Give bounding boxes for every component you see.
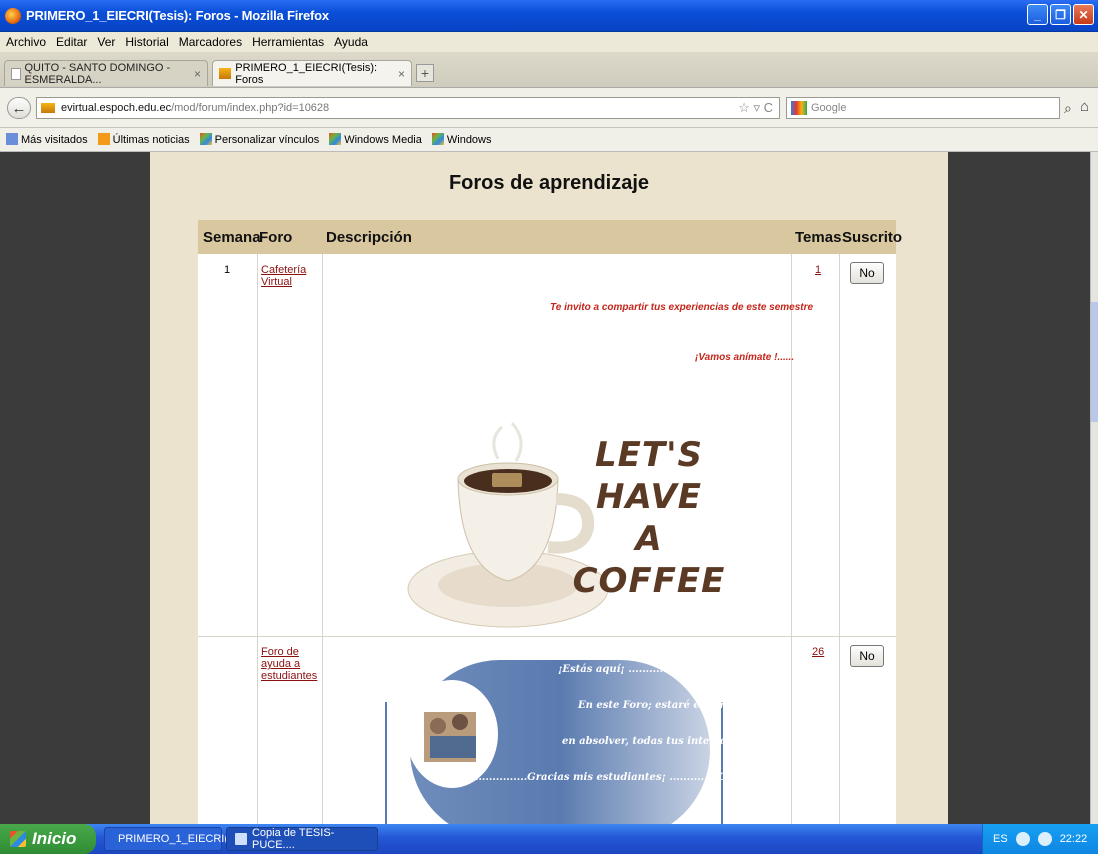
windows-taskbar: Inicio PRIMERO_1_EIECRI(... Copia de TES… — [0, 824, 1098, 854]
column-divider — [257, 254, 258, 824]
forum-link-cafeteria[interactable]: Cafetería Virtual — [261, 264, 306, 288]
windows-icon — [199, 133, 212, 145]
bookmark-windows[interactable]: Windows — [431, 133, 492, 146]
page-viewport: Foros de aprendizaje Semana Foro Descrip… — [0, 152, 1090, 824]
column-divider — [791, 254, 792, 824]
windows-icon — [431, 133, 444, 145]
taskbar-item-firefox[interactable]: PRIMERO_1_EIECRI(... — [104, 827, 237, 851]
tab-label: PRIMERO_1_EIECRI(Tesis): Foros — [235, 61, 378, 86]
bookmarks-bar: Más visitados Últimas noticias Personali… — [0, 128, 1098, 152]
windows-logo-icon — [10, 831, 26, 847]
moodle-icon — [219, 68, 232, 79]
tab-quito[interactable]: QUITO - SANTO DOMINGO - ESMERALDA... × — [4, 60, 208, 86]
header-temas: Temas — [795, 229, 842, 246]
column-divider — [839, 254, 840, 824]
column-divider — [322, 254, 323, 824]
header-suscrito: Suscrito — [842, 229, 903, 246]
header-descripcion: Descripción — [326, 229, 412, 246]
page-title: Foros de aprendizaje — [448, 172, 650, 194]
tray-icon[interactable] — [1037, 832, 1052, 846]
banner-line: ¡Estás aquí¡ ............¡qué bien llega… — [558, 664, 775, 675]
minimize-button[interactable]: _ — [1027, 4, 1048, 25]
banner-line: en absolver, todas tus interrogantes — [562, 736, 764, 747]
tab-close-icon[interactable]: × — [194, 67, 201, 81]
clock: 22:22 — [1059, 833, 1088, 845]
url-tools[interactable]: ☆ ▿ C — [738, 100, 773, 116]
table-header: Semana Foro Descripción Temas Suscrito — [198, 220, 902, 254]
window-controls: _ ❐ ✕ — [1027, 4, 1094, 25]
url-path: /mod/forum/index.php?id=10628 — [171, 102, 330, 114]
back-button[interactable]: ← — [7, 97, 31, 119]
forum-description-line: Te invito a compartir tus experiencias d… — [550, 302, 814, 313]
menu-bar: Archivo Editar Ver Historial Marcadores … — [0, 32, 1098, 52]
home-icon[interactable]: ⌂ — [1080, 98, 1089, 115]
row-divider — [198, 636, 896, 637]
taskbar-item-word[interactable]: Copia de TESIS-PUCE.... — [226, 827, 378, 851]
window-title: PRIMERO_1_EIECRI(Tesis): Foros - Mozilla… — [26, 8, 329, 23]
tab-foros[interactable]: PRIMERO_1_EIECRI(Tesis): Foros × — [212, 60, 412, 86]
windows-icon — [329, 133, 342, 145]
header-foro: Foro — [259, 229, 293, 246]
maximize-button[interactable]: ❐ — [1050, 4, 1071, 25]
system-tray: ES 22:22 — [982, 824, 1098, 854]
bookmark-windows-media[interactable]: Windows Media — [329, 133, 422, 146]
bookmark-personalizar[interactable]: Personalizar vínculos — [199, 133, 319, 146]
moodle-icon — [41, 103, 55, 113]
tab-bar: QUITO - SANTO DOMINGO - ESMERALDA... × P… — [0, 52, 1098, 88]
new-tab-button[interactable]: + — [416, 64, 434, 82]
subscribe-toggle-button[interactable]: No — [850, 645, 884, 667]
topics-count-link[interactable]: 26 — [812, 646, 824, 658]
scrollbar-thumb[interactable] — [1091, 302, 1098, 422]
menu-herramientas[interactable]: Herramientas — [252, 35, 324, 49]
document-icon — [235, 833, 247, 845]
menu-editar[interactable]: Editar — [56, 35, 87, 49]
search-placeholder: Google — [811, 102, 847, 114]
banner-line: .................Gracias mis estudiantes… — [468, 772, 764, 783]
banner-line: En este Foro; estaré encantada — [578, 700, 752, 711]
menu-archivo[interactable]: Archivo — [6, 35, 46, 49]
coffee-slogan: LET'S HAVE A COFFEE — [572, 435, 726, 601]
forum-link-ayuda[interactable]: Foro de ayuda a estudiantes — [261, 646, 317, 682]
url-bar[interactable]: evirtual.espoch.edu.ec /mod/forum/index.… — [36, 97, 780, 119]
rss-icon — [97, 133, 110, 145]
subscribe-toggle-button[interactable]: No — [850, 262, 884, 284]
topics-count-link[interactable]: 1 — [815, 264, 821, 276]
tab-close-icon[interactable]: × — [398, 67, 405, 81]
close-button[interactable]: ✕ — [1073, 4, 1094, 25]
window-titlebar: PRIMERO_1_EIECRI(Tesis): Foros - Mozilla… — [0, 0, 1098, 32]
week-number: 1 — [224, 264, 231, 276]
bookmark-ultimas-noticias[interactable]: Últimas noticias — [97, 133, 190, 146]
menu-ver[interactable]: Ver — [97, 35, 115, 49]
tab-label: QUITO - SANTO DOMINGO - ESMERALDA... — [24, 61, 171, 86]
page-content: Foros de aprendizaje Semana Foro Descrip… — [150, 152, 948, 824]
bookmark-mas-visitados[interactable]: Más visitados — [6, 133, 88, 146]
search-icon[interactable]: ⌕ — [1064, 100, 1072, 117]
google-icon — [791, 101, 807, 115]
url-domain: evirtual.espoch.edu.ec — [61, 102, 172, 114]
menu-marcadores[interactable]: Marcadores — [179, 35, 242, 49]
forums-table: 1 Cafetería Virtual Te invito a comparti… — [198, 254, 896, 824]
header-semana: Semana — [203, 229, 261, 246]
start-button[interactable]: Inicio — [0, 824, 96, 854]
tray-icon[interactable] — [1015, 832, 1030, 846]
forum-description-line: ¡Vamos anímate !...... — [695, 352, 795, 363]
navigation-bar: ← evirtual.espoch.edu.ec /mod/forum/inde… — [0, 88, 1098, 128]
firefox-icon — [5, 7, 21, 24]
menu-ayuda[interactable]: Ayuda — [334, 35, 368, 49]
vertical-scrollbar[interactable] — [1090, 152, 1098, 824]
language-indicator[interactable]: ES — [993, 833, 1008, 845]
menu-historial[interactable]: Historial — [125, 35, 168, 49]
search-input[interactable]: Google — [786, 97, 1060, 119]
folder-icon — [6, 133, 18, 145]
page-icon — [11, 67, 21, 80]
